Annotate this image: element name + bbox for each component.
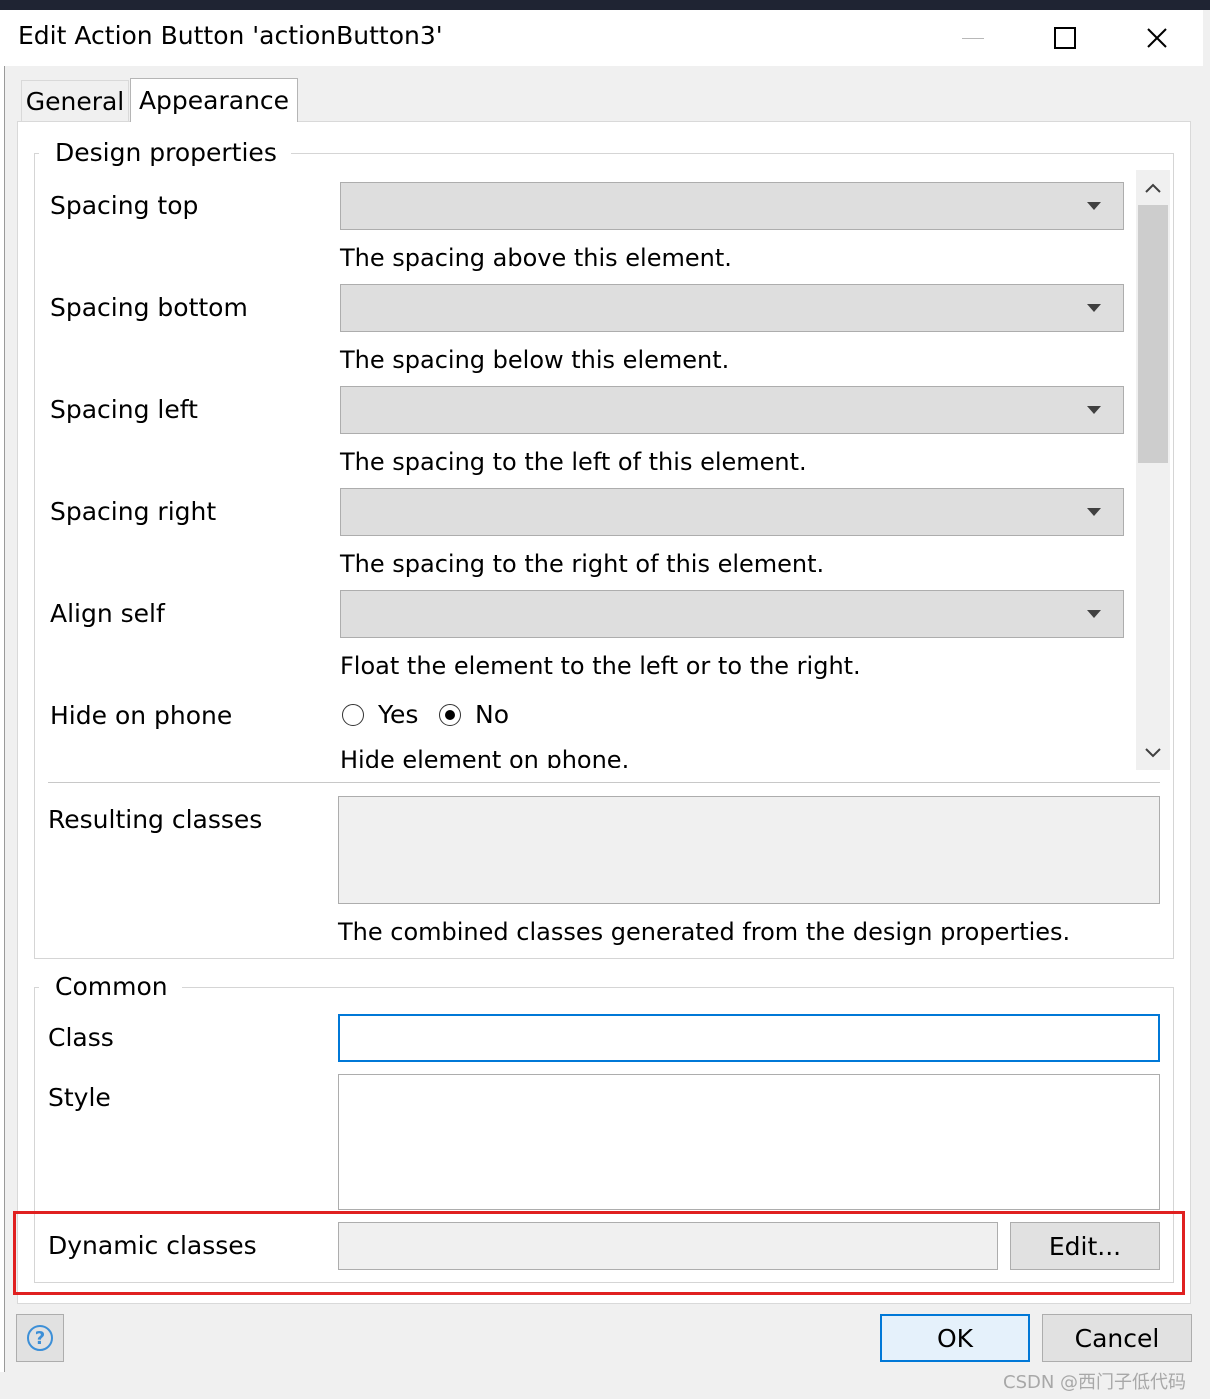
align-self-label: Align self <box>50 599 165 628</box>
maximize-icon <box>1054 27 1076 49</box>
common-title: Common <box>39 972 182 1002</box>
spacing-top-dropdown[interactable] <box>340 182 1124 230</box>
dynamic-classes-label: Dynamic classes <box>48 1231 257 1260</box>
hide-on-phone-label: Hide on phone <box>50 701 233 730</box>
class-label: Class <box>48 1023 114 1052</box>
scroll-up-button[interactable] <box>1136 172 1170 204</box>
hide-on-phone-no-label[interactable]: No <box>475 700 509 730</box>
hide-on-phone-yes-radio[interactable] <box>342 704 364 726</box>
close-icon <box>1147 28 1167 48</box>
background-window-fragment <box>1203 10 1210 1399</box>
chevron-down-icon <box>1087 406 1101 414</box>
hide-on-phone-yes-label[interactable]: Yes <box>378 700 418 730</box>
design-properties-title: Design properties <box>39 138 291 168</box>
help-button[interactable]: ? <box>16 1314 64 1362</box>
radio-selected-dot <box>445 710 455 720</box>
edit-dynamic-classes-button[interactable]: Edit... <box>1010 1222 1160 1270</box>
resulting-classes-label: Resulting classes <box>48 805 263 834</box>
style-textarea[interactable] <box>338 1074 1160 1210</box>
help-icon: ? <box>27 1325 53 1351</box>
align-self-dropdown[interactable] <box>340 590 1124 638</box>
cancel-button[interactable]: Cancel <box>1042 1314 1192 1362</box>
section-divider <box>48 782 1160 783</box>
align-self-description: Float the element to the left or to the … <box>340 652 861 680</box>
minimize-icon <box>962 37 984 39</box>
background-window-edge <box>0 0 1210 10</box>
close-button[interactable] <box>1111 10 1203 66</box>
hide-on-phone-no-radio[interactable] <box>439 704 461 726</box>
style-label: Style <box>48 1083 111 1112</box>
spacing-top-label: Spacing top <box>50 191 199 220</box>
scroll-down-button[interactable] <box>1136 737 1170 769</box>
tab-appearance[interactable]: Appearance <box>130 78 298 122</box>
spacing-left-description: The spacing to the left of this element. <box>340 448 807 476</box>
spacing-left-dropdown[interactable] <box>340 386 1124 434</box>
chevron-down-icon <box>1087 202 1101 210</box>
spacing-right-label: Spacing right <box>50 497 217 526</box>
spacing-top-description: The spacing above this element. <box>340 244 732 272</box>
spacing-bottom-description: The spacing below this element. <box>340 346 730 374</box>
hide-on-phone-description-clip: Hide element on phone. <box>336 738 1126 768</box>
resulting-classes-box <box>338 796 1160 904</box>
resulting-classes-description: The combined classes generated from the … <box>338 918 1071 946</box>
chevron-up-icon <box>1145 183 1161 193</box>
chevron-down-icon <box>1087 508 1101 516</box>
spacing-bottom-label: Spacing bottom <box>50 293 248 322</box>
tab-general[interactable]: General <box>21 80 129 122</box>
chevron-down-icon <box>1087 304 1101 312</box>
scrollbar-thumb[interactable] <box>1138 205 1168 463</box>
spacing-left-label: Spacing left <box>50 395 198 424</box>
spacing-right-dropdown[interactable] <box>340 488 1124 536</box>
minimize-button[interactable] <box>927 10 1019 66</box>
hide-on-phone-description: Hide element on phone. <box>340 746 630 768</box>
chevron-down-icon <box>1145 748 1161 758</box>
chevron-down-icon <box>1087 610 1101 618</box>
maximize-button[interactable] <box>1019 10 1111 66</box>
watermark: CSDN @西门子低代码 <box>1003 1372 1187 1393</box>
dialog-title: Edit Action Button 'actionButton3' <box>18 21 443 50</box>
ok-button[interactable]: OK <box>880 1314 1030 1362</box>
dynamic-classes-field <box>338 1222 998 1270</box>
spacing-bottom-dropdown[interactable] <box>340 284 1124 332</box>
class-input[interactable] <box>338 1014 1160 1062</box>
spacing-right-description: The spacing to the right of this element… <box>340 550 825 578</box>
